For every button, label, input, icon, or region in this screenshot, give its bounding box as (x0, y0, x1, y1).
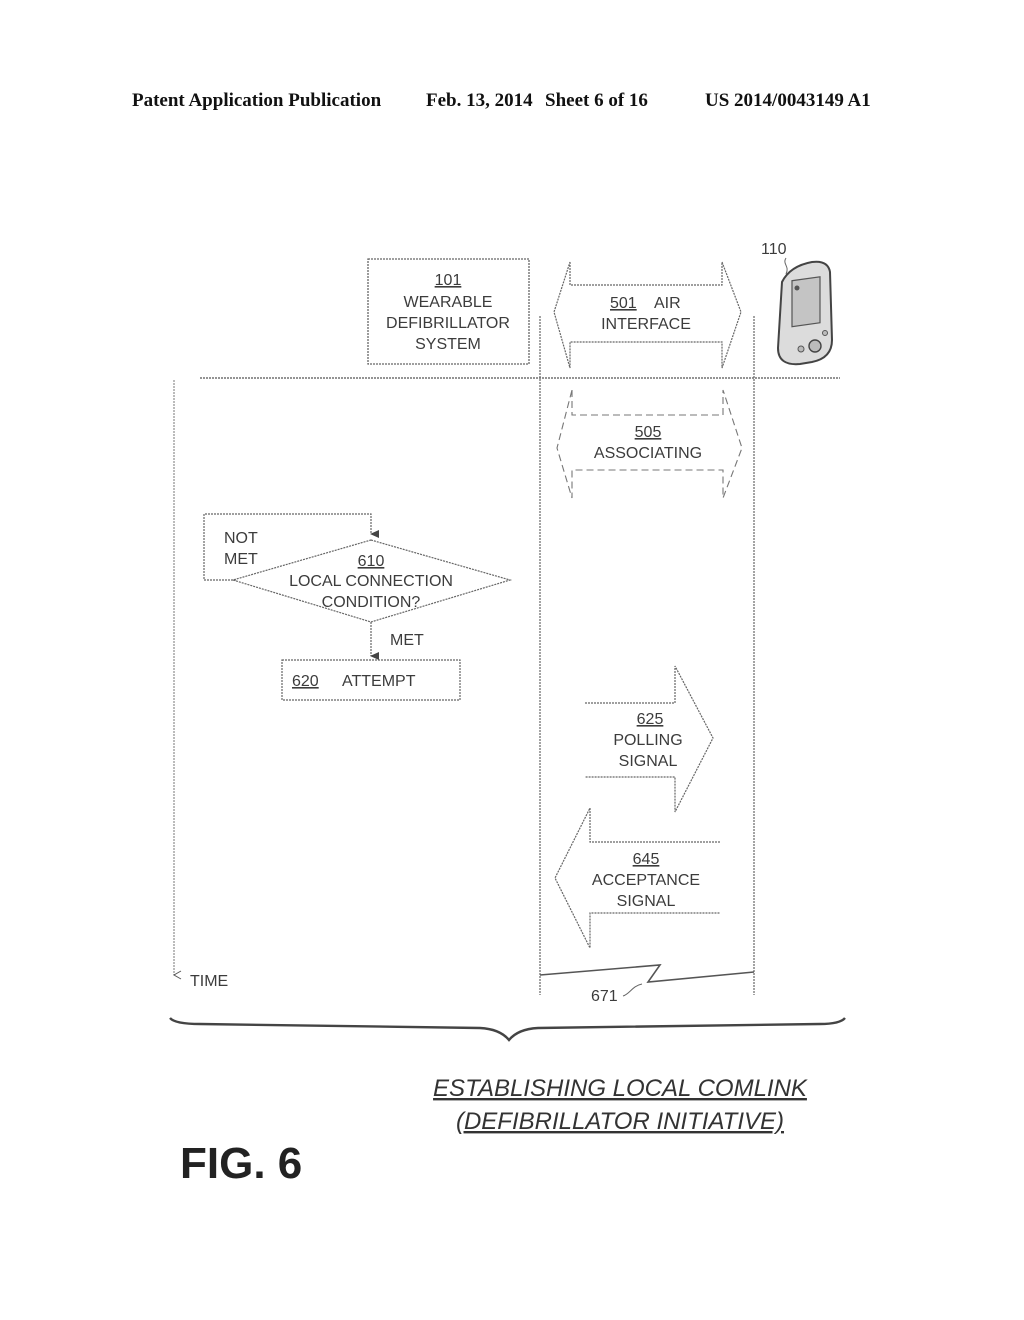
air-interface-ref: 501 (610, 295, 637, 312)
mobile-device-icon: 110 (761, 241, 834, 366)
acceptance-line2: SIGNAL (617, 893, 676, 910)
figure-title-line2: (DEFIBRILLATOR INITIATIVE) (456, 1108, 784, 1135)
not-met-label-2: MET (224, 551, 258, 568)
not-met-loop-arrow (203, 513, 379, 581)
figure-label: FIG. 6 (180, 1139, 302, 1188)
air-interface-text2: INTERFACE (601, 316, 691, 333)
grouping-brace (169, 1017, 846, 1042)
link-ref: 671 (591, 988, 618, 1005)
system-line1: WEARABLE (404, 294, 493, 311)
acceptance-signal-arrow: 645 ACCEPTANCE SIGNAL (554, 807, 720, 949)
time-axis: TIME (172, 380, 228, 990)
met-label: MET (390, 632, 424, 649)
time-label: TIME (190, 973, 228, 990)
decision-diamond: NOT MET 610 LOCAL CONNECTION CONDITION? … (203, 513, 513, 660)
air-interface-arrow: 501 AIR INTERFACE (553, 261, 742, 369)
figure-6-diagram: 101 WEARABLE DEFIBRILLATOR SYSTEM 501 AI… (169, 241, 846, 1188)
decision-line1: LOCAL CONNECTION (289, 573, 453, 590)
attempt-box: 620 ATTEMPT (281, 659, 461, 701)
comm-link-lightning: 671 (539, 964, 755, 1005)
attempt-ref: 620 (292, 673, 319, 690)
system-line2: DEFIBRILLATOR (386, 315, 510, 332)
figure-title-line1: ESTABLISHING LOCAL COMLINK (433, 1075, 808, 1102)
system-line3: SYSTEM (415, 336, 481, 353)
associating-arrow: 505 ASSOCIATING (556, 389, 743, 499)
system-ref: 101 (435, 272, 462, 289)
polling-line2: SIGNAL (619, 753, 678, 770)
attempt-text: ATTEMPT (342, 673, 416, 690)
air-interface-text1: AIR (654, 295, 681, 312)
acceptance-ref: 645 (633, 851, 660, 868)
not-met-label-1: NOT (224, 530, 258, 547)
wearable-defibrillator-system-box: 101 WEARABLE DEFIBRILLATOR SYSTEM (367, 258, 530, 365)
device-ref: 110 (761, 241, 787, 258)
decision-ref: 610 (358, 553, 385, 570)
associating-ref: 505 (635, 424, 662, 441)
polling-line1: POLLING (613, 732, 682, 749)
decision-line2: CONDITION? (322, 594, 421, 611)
associating-text: ASSOCIATING (594, 445, 702, 462)
polling-signal-arrow: 625 POLLING SIGNAL (585, 665, 714, 813)
acceptance-line1: ACCEPTANCE (592, 872, 700, 889)
polling-ref: 625 (637, 711, 664, 728)
